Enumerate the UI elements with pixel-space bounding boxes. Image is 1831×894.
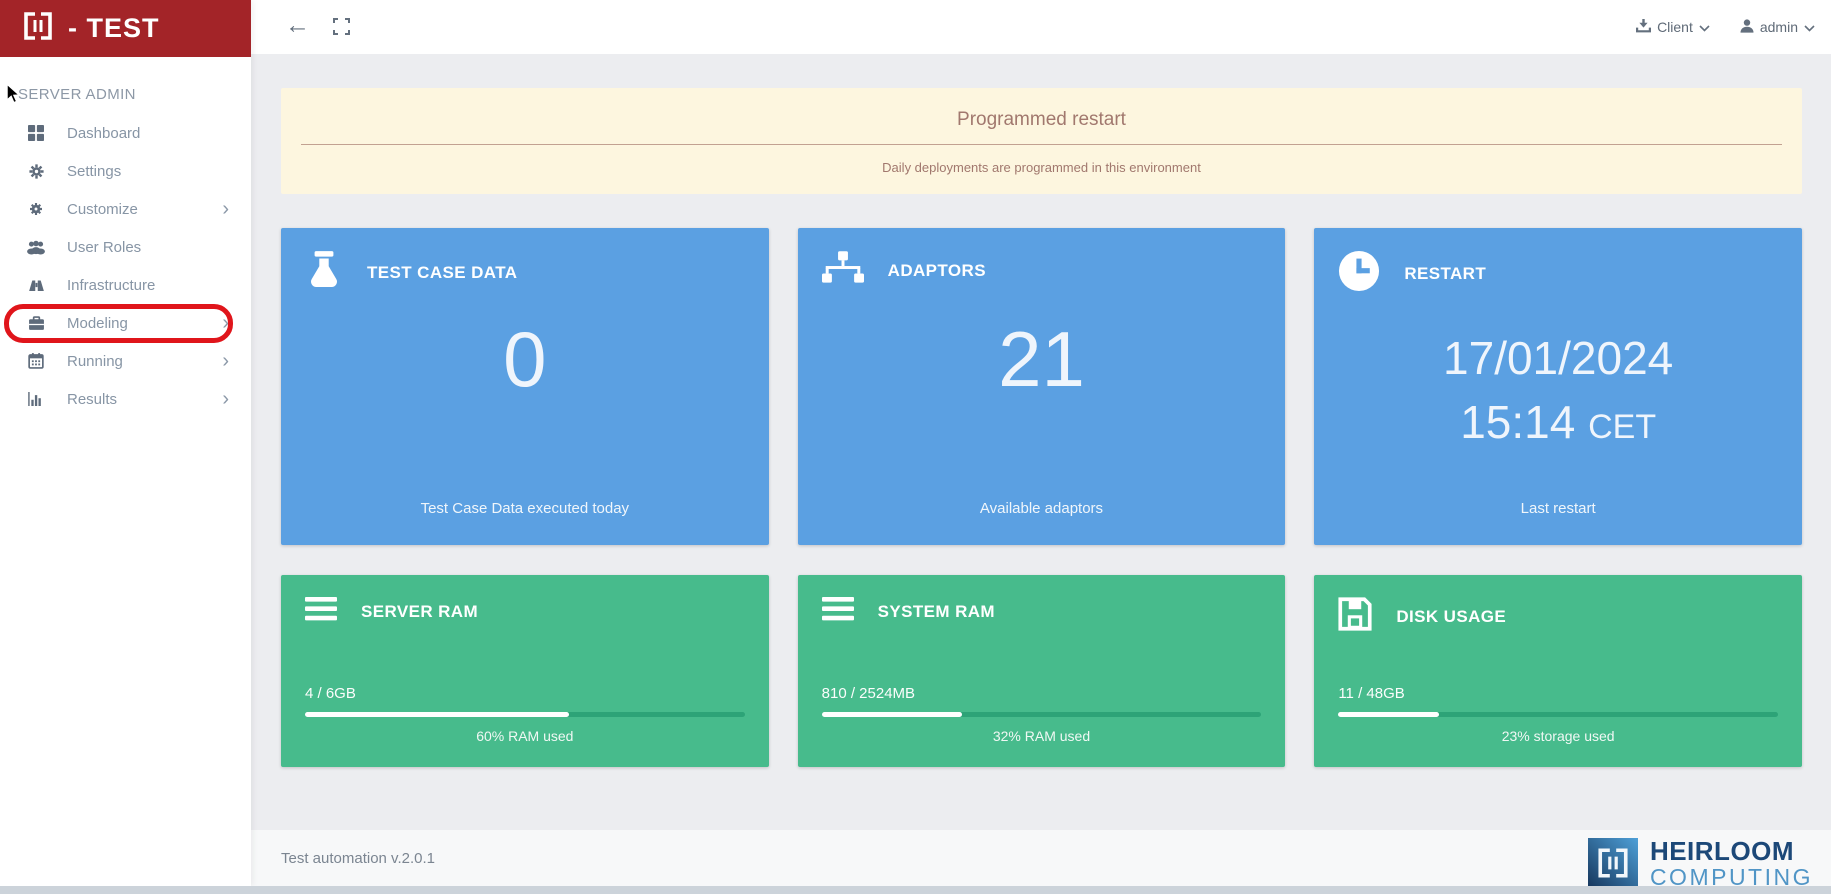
- heirloom-h-icon: [1587, 838, 1638, 888]
- caret-down-icon: [1699, 19, 1710, 35]
- user-dropdown[interactable]: admin: [1740, 18, 1815, 36]
- alert-divider: [301, 144, 1782, 145]
- horizontal-scrollbar[interactable]: [0, 886, 1831, 894]
- card-title: DISK USAGE: [1396, 606, 1507, 626]
- bars-icon: [305, 597, 337, 626]
- brand-name-top: HEIRLOOM: [1649, 835, 1795, 866]
- gauge-caption: 32% RAM used: [992, 728, 1091, 744]
- gear-icon: [25, 163, 47, 180]
- gauge-caption: 23% storage used: [1501, 728, 1615, 744]
- logo-text: - TEST: [68, 13, 160, 43]
- sidebar-item-infrastructure[interactable]: Infrastructure: [0, 266, 251, 304]
- system-ram-card: SYSTEM RAM 810 / 2524MB 32% RAM used: [797, 575, 1286, 767]
- card-caption: Test Case Data executed today: [420, 500, 630, 517]
- heirloom-computing-logo: HEIRLOOM COMPUTING: [1587, 835, 1813, 889]
- sidebar-item-label: Settings: [67, 162, 122, 180]
- binoculars-icon: [25, 278, 47, 292]
- card-caption: Available adaptors: [979, 500, 1104, 517]
- chevron-right-icon: ›: [222, 312, 229, 334]
- card-title: SERVER RAM: [361, 601, 479, 621]
- restart-date: 17/01/2024: [1443, 332, 1674, 384]
- sidebar-item-dashboard[interactable]: Dashboard: [0, 114, 251, 152]
- app-version: Test automation v.2.0.1: [281, 849, 435, 867]
- progress-fill: [1338, 712, 1440, 717]
- progress-fill: [821, 712, 963, 717]
- bars-icon: [821, 597, 854, 626]
- test-case-count: 0: [503, 314, 547, 403]
- test-case-data-card: TEST CASE DATA 0 Test Case Data executed…: [281, 228, 769, 545]
- users-icon: [25, 240, 47, 255]
- disk-usage-card: DISK USAGE 11 / 48GB 23% storage used: [1314, 575, 1802, 767]
- app-logo[interactable]: - TEST: [0, 0, 251, 57]
- calendar-icon: [25, 353, 47, 369]
- sidebar: - TEST SERVER ADMIN Dashboard Settings C…: [0, 0, 251, 886]
- sidebar-section-label: SERVER ADMIN: [18, 86, 136, 103]
- back-arrow-button[interactable]: ←: [285, 11, 310, 40]
- clock-icon: [1338, 250, 1380, 297]
- restart-time: 15:14 CET: [1460, 396, 1657, 448]
- gauge-card-row: SERVER RAM 4 / 6GB 60% RAM used SYSTEM R…: [281, 575, 1802, 767]
- sidebar-item-results[interactable]: Results ›: [0, 380, 251, 418]
- progress-bar: [1338, 712, 1778, 717]
- sidebar-menu: Dashboard Settings Customize › User Role…: [0, 114, 251, 418]
- client-dropdown[interactable]: Client: [1636, 18, 1710, 36]
- dashboard-icon: [25, 125, 47, 141]
- progress-bar: [305, 712, 745, 717]
- footer: Test automation v.2.0.1 HEIRLOOM COMPUTI…: [251, 830, 1831, 889]
- chevron-right-icon: ›: [222, 388, 229, 410]
- gauge-caption: 60% RAM used: [476, 728, 574, 744]
- topbar-right: Client admin: [1636, 0, 1815, 54]
- last-restart-datetime: 17/01/2024 15:14 CET: [1314, 326, 1802, 459]
- ram-usage-value: 810 / 2524MB: [821, 685, 916, 702]
- user-icon: [1740, 18, 1754, 36]
- alert-title: Programmed restart: [957, 109, 1126, 130]
- sidebar-item-running[interactable]: Running ›: [0, 342, 251, 380]
- sidebar-item-label: Results: [67, 390, 118, 408]
- client-label: Client: [1657, 19, 1693, 35]
- brand-h-icon: [22, 10, 54, 47]
- chevron-right-icon: ›: [222, 350, 229, 372]
- sidebar-item-label: Infrastructure: [67, 276, 156, 294]
- bar-chart-icon: [25, 392, 47, 406]
- disk-usage-value: 11 / 48GB: [1338, 685, 1405, 702]
- adaptors-card: ADAPTORS 21 Available adaptors: [797, 228, 1286, 545]
- card-caption: Last restart: [1520, 500, 1596, 517]
- sidebar-item-user-roles[interactable]: User Roles: [0, 228, 251, 266]
- progress-bar: [821, 712, 1262, 717]
- briefcase-icon: [25, 315, 47, 331]
- user-label: admin: [1759, 19, 1798, 35]
- stat-card-row: TEST CASE DATA 0 Test Case Data executed…: [281, 228, 1802, 545]
- server-ram-card: SERVER RAM 4 / 6GB 60% RAM used: [281, 575, 769, 767]
- download-icon: [1636, 18, 1652, 36]
- sidebar-item-label: Modeling: [67, 314, 128, 332]
- chevron-right-icon: ›: [222, 198, 229, 220]
- ram-usage-value: 4 / 6GB: [305, 685, 356, 702]
- restart-timezone: CET: [1588, 408, 1657, 446]
- sidebar-item-label: User Roles: [67, 238, 142, 256]
- main-content: Programmed restart Daily deployments are…: [251, 54, 1831, 830]
- sidebar-item-customize[interactable]: Customize ›: [0, 190, 251, 228]
- sidebar-item-modeling[interactable]: Modeling ›: [0, 304, 251, 342]
- topbar: ← Client admin: [251, 0, 1831, 54]
- card-title: RESTART: [1404, 263, 1487, 283]
- sidebar-item-label: Running: [67, 352, 123, 370]
- caret-down-icon: [1804, 19, 1815, 35]
- progress-fill: [305, 712, 569, 717]
- fullscreen-icon[interactable]: [333, 18, 350, 40]
- adaptors-count: 21: [998, 314, 1085, 403]
- card-title: SYSTEM RAM: [877, 601, 995, 621]
- floppy-icon: [1338, 597, 1372, 636]
- restart-card: RESTART 17/01/2024 15:14 CET Last restar…: [1314, 228, 1802, 545]
- sidebar-item-label: Customize: [67, 200, 138, 218]
- programmed-restart-alert: Programmed restart Daily deployments are…: [281, 88, 1802, 194]
- sidebar-item-label: Dashboard: [67, 124, 141, 142]
- sidebar-item-settings[interactable]: Settings: [0, 152, 251, 190]
- alert-message: Daily deployments are programmed in this…: [882, 160, 1201, 175]
- cog-icon: [25, 201, 47, 217]
